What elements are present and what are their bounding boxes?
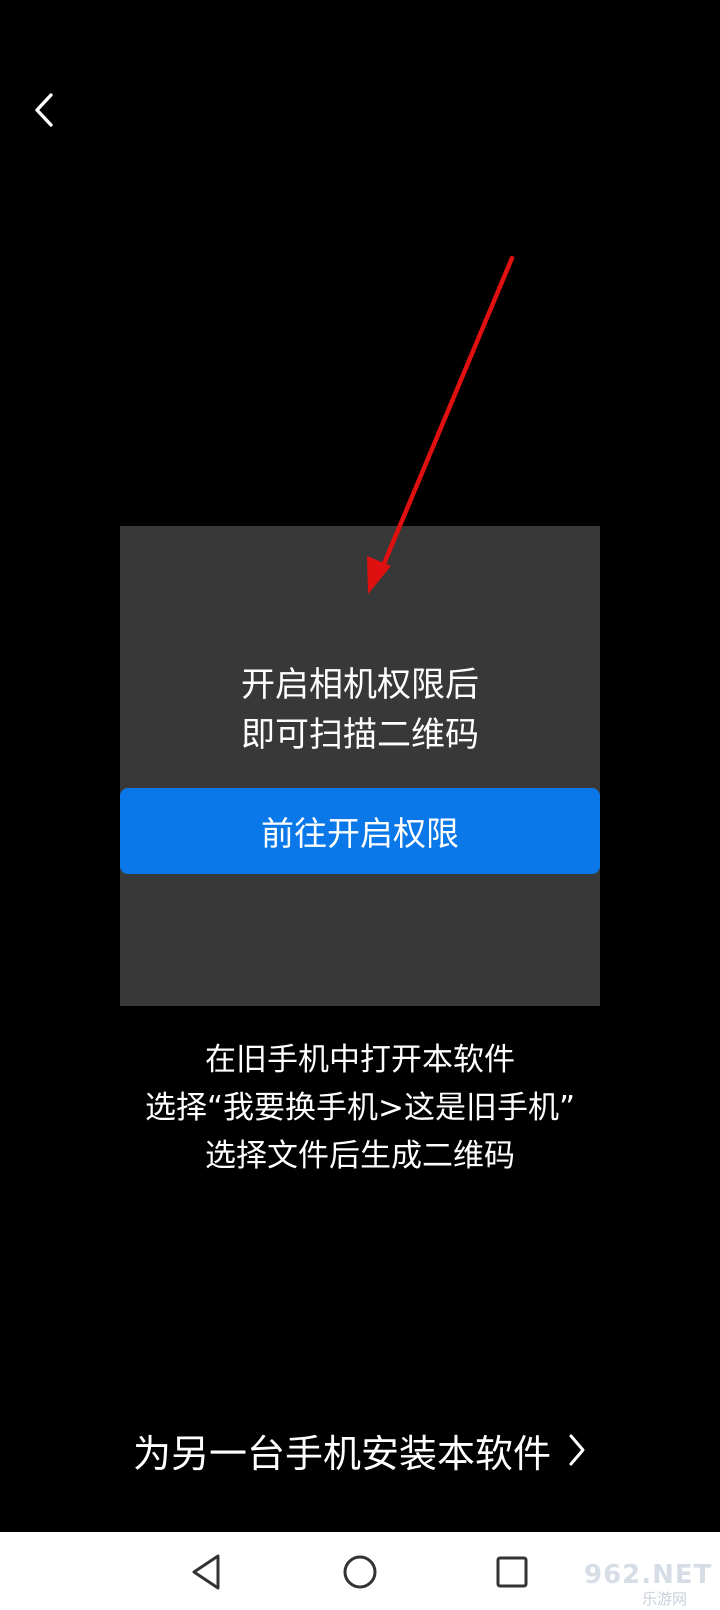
permission-line-1: 开启相机权限后 xyxy=(241,665,479,705)
permission-message: 开启相机权限后 即可扫描二维码 xyxy=(120,660,600,760)
install-link-label: 为另一台手机安装本软件 xyxy=(132,1431,551,1476)
chevron-right-icon xyxy=(569,1434,585,1466)
nav-recent-apps-button[interactable] xyxy=(484,1544,540,1600)
nav-home-button[interactable] xyxy=(332,1544,388,1600)
qr-scan-area: 开启相机权限后 即可扫描二维码 前往开启权限 xyxy=(120,526,600,1006)
watermark-subtitle: 乐游网 xyxy=(642,1590,688,1608)
permission-line-2: 即可扫描二维码 xyxy=(241,715,479,755)
square-recent-icon xyxy=(496,1556,528,1588)
instruction-line-3: 选择文件后生成二维码 xyxy=(205,1138,515,1174)
back-button[interactable] xyxy=(20,86,68,134)
open-permission-button[interactable]: 前往开启权限 xyxy=(120,788,600,874)
instruction-line-1: 在旧手机中打开本软件 xyxy=(205,1042,515,1078)
chevron-left-icon xyxy=(35,93,53,127)
instruction-line-2: 选择“我要换手机>这是旧手机” xyxy=(144,1090,576,1126)
pairing-instructions: 在旧手机中打开本软件 选择“我要换手机>这是旧手机” 选择文件后生成二维码 xyxy=(0,1036,720,1180)
screen: 开启相机权限后 即可扫描二维码 前往开启权限 在旧手机中打开本软件 选择“我要换… xyxy=(0,0,720,1610)
watermark-brand: 962.NET xyxy=(584,1560,713,1590)
circle-home-icon xyxy=(343,1555,377,1589)
triangle-back-icon xyxy=(192,1554,220,1590)
site-watermark: 962.NET 乐游网 xyxy=(580,1560,718,1608)
install-on-another-phone-link[interactable]: 为另一台手机安装本软件 xyxy=(0,1420,720,1480)
nav-back-button[interactable] xyxy=(178,1544,234,1600)
